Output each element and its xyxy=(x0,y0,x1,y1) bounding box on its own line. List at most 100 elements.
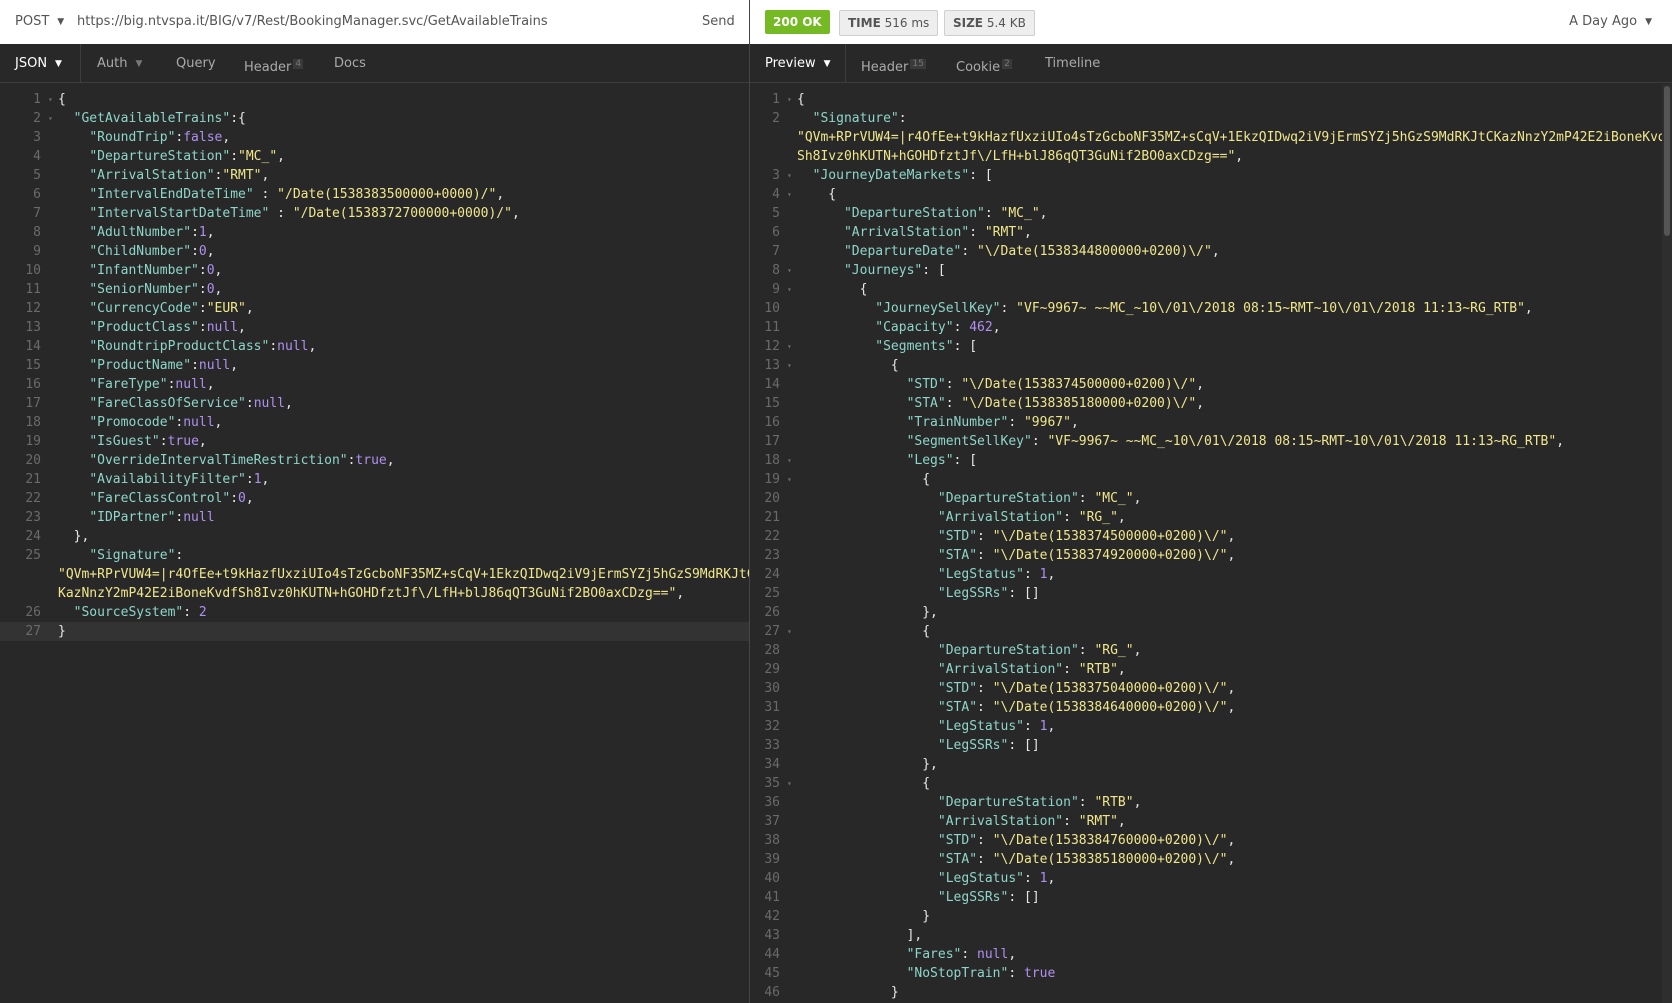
size-value: 5.4 KB xyxy=(986,16,1026,30)
line-number: 4 xyxy=(772,187,780,202)
tab-auth-label: Auth xyxy=(97,56,128,71)
code-token: null xyxy=(253,396,285,411)
scrollbar-thumb[interactable] xyxy=(1664,86,1670,236)
code-text: "OverrideIntervalTimeRestriction":true, xyxy=(58,451,394,470)
code-line: 16 "FareType":null, xyxy=(0,375,749,394)
code-line: 26 "SourceSystem": 2 xyxy=(0,603,749,622)
request-tab-bar: JSON ▼ Auth ▼ Query Header 4 Docs xyxy=(0,44,749,83)
code-token: : xyxy=(969,225,985,240)
code-token: , xyxy=(1227,852,1236,867)
size-badge: SIZE 5.4 KB xyxy=(944,10,1035,36)
code-token: : xyxy=(961,244,978,259)
tab-timeline[interactable]: Timeline xyxy=(1045,44,1100,82)
fold-arrow-icon[interactable]: ▾ xyxy=(787,280,792,299)
tab-response-header-label: Header xyxy=(861,60,909,75)
line-number: 14 xyxy=(764,377,780,392)
code-text: "InfantNumber":0, xyxy=(58,261,222,280)
tab-json-label: JSON xyxy=(15,56,48,71)
tab-header[interactable]: Header 4 xyxy=(244,44,304,82)
code-token: : xyxy=(198,282,207,297)
code-token: null xyxy=(277,339,309,354)
code-text: "LegStatus": 1, xyxy=(797,717,1055,736)
fold-arrow-icon[interactable]: ▾ xyxy=(48,109,53,128)
code-token: "/Date(1538372700000+0000)/" xyxy=(292,206,512,221)
code-token: "RMT" xyxy=(1078,814,1118,829)
line-number: 23 xyxy=(25,510,41,525)
send-button[interactable]: Send xyxy=(702,14,735,29)
code-token: "Signature" xyxy=(812,111,899,126)
tab-json[interactable]: JSON ▼ xyxy=(0,44,80,82)
line-number: 27 xyxy=(764,624,780,639)
code-text: "FareClassControl":0, xyxy=(58,489,253,508)
fold-arrow-icon[interactable]: ▾ xyxy=(787,451,792,470)
code-token: : xyxy=(253,187,278,202)
fold-arrow-icon[interactable]: ▾ xyxy=(787,90,792,109)
code-line: 23 "IDPartner":null xyxy=(0,508,749,527)
tab-query[interactable]: Query xyxy=(176,44,216,82)
code-text: "LegSSRs": [] xyxy=(797,888,1040,907)
url-input[interactable]: https://big.ntvspa.it/BIG/v7/Rest/Bookin… xyxy=(77,14,548,29)
fold-arrow-icon[interactable]: ▾ xyxy=(787,337,792,356)
dropdown-caret-icon: ▼ xyxy=(55,59,62,69)
code-line: 17 "SegmentSellKey": "VF~9967~ ~~MC_~10\… xyxy=(750,432,1672,451)
code-text: { xyxy=(797,470,930,489)
fold-arrow-icon[interactable]: ▾ xyxy=(48,90,53,109)
code-line: 34 }, xyxy=(750,755,1672,774)
fold-arrow-icon[interactable]: ▾ xyxy=(787,622,792,641)
tab-cookie[interactable]: Cookie 2 xyxy=(956,44,1012,82)
fold-arrow-icon[interactable]: ▾ xyxy=(787,470,792,489)
fold-arrow-icon[interactable]: ▾ xyxy=(787,185,792,204)
code-text: "STA": "\/Date(1538385180000+0200)\/", xyxy=(797,394,1204,413)
line-number: 9 xyxy=(33,244,41,259)
code-token: , xyxy=(1196,396,1205,411)
line-number: 20 xyxy=(25,453,41,468)
code-line: 6 "ArrivalStation": "RMT", xyxy=(750,223,1672,242)
method-dropdown[interactable]: POST ▼ xyxy=(15,14,64,29)
code-token: 462 xyxy=(969,320,993,335)
line-number: 17 xyxy=(764,434,780,449)
history-dropdown[interactable]: A Day Ago ▼ xyxy=(1569,14,1652,29)
tab-query-label: Query xyxy=(176,56,216,71)
code-token: "OverrideIntervalTimeRestriction" xyxy=(89,453,348,468)
line-number: 28 xyxy=(764,643,780,658)
fold-arrow-icon[interactable]: ▾ xyxy=(787,356,792,375)
request-body-editor[interactable]: 1 ▾{2 ▾ "GetAvailableTrains":{3 "RoundTrip… xyxy=(0,84,749,1003)
code-line: Sh8Ivz0hKUTN+hGOHDfztJf\/LfH+blJ86qQT3Gu… xyxy=(750,147,1672,166)
tab-auth[interactable]: Auth ▼ xyxy=(97,44,142,82)
code-token: : xyxy=(977,700,993,715)
code-line: 22 "FareClassControl":0, xyxy=(0,489,749,508)
code-token: , xyxy=(245,301,254,316)
code-text: { xyxy=(58,90,66,109)
code-line: 4 ▾ { xyxy=(750,185,1672,204)
tab-docs[interactable]: Docs xyxy=(334,44,366,82)
code-token: , xyxy=(1556,434,1565,449)
code-text: "DepartureStation": "MC_", xyxy=(797,489,1142,508)
line-number: 6 xyxy=(33,187,41,202)
code-line: 8 ▾ "Journeys": [ xyxy=(750,261,1672,280)
code-token: : xyxy=(1063,510,1079,525)
code-line: 32 "LegStatus": 1, xyxy=(750,717,1672,736)
code-token: , xyxy=(676,586,685,601)
code-text: "Capacity": 462, xyxy=(797,318,1000,337)
code-token: "Legs" xyxy=(906,453,954,468)
line-number: 7 xyxy=(772,244,780,259)
fold-arrow-icon[interactable]: ▾ xyxy=(787,261,792,280)
fold-arrow-icon[interactable]: ▾ xyxy=(787,166,792,185)
response-status-bar: 200 OK TIME 516 ms SIZE 5.4 KB A Day Ago… xyxy=(750,0,1672,45)
code-line: 24 "LegStatus": 1, xyxy=(750,565,1672,584)
line-number: 46 xyxy=(764,985,780,1000)
code-token: 0 xyxy=(206,263,215,278)
fold-arrow-icon[interactable]: ▾ xyxy=(787,774,792,793)
code-text: "FareClassOfService":null, xyxy=(58,394,293,413)
tab-preview[interactable]: Preview ▼ xyxy=(750,44,845,82)
tab-response-header[interactable]: Header 15 xyxy=(861,44,926,82)
